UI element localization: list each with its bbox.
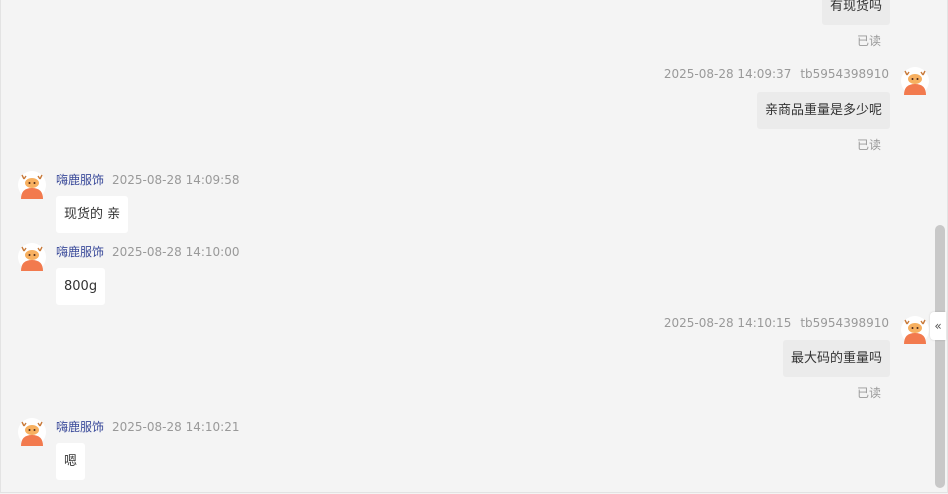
message-meta: 嗨鹿服饰 2025-08-28 14:10:21	[56, 418, 239, 435]
chat-history-panel: 有现货吗 已读 2025-08-28 14:09:37 tb5954398910 …	[0, 0, 948, 493]
message-meta: 嗨鹿服饰 2025-08-28 14:10:00	[56, 243, 239, 260]
double-chevron-left-icon: «	[934, 319, 942, 333]
deer-mascot-icon[interactable]	[18, 418, 46, 446]
message-bubble-incoming: 现货的 亲	[56, 196, 129, 233]
message-text: 800g	[64, 279, 98, 294]
deer-mascot-icon[interactable]	[901, 67, 929, 95]
deer-mascot-icon[interactable]	[901, 316, 929, 344]
message-bubble-incoming: 嗯	[56, 443, 86, 480]
collapse-panel-button[interactable]: «	[930, 312, 946, 340]
message-bubble-incoming: 800g	[56, 268, 106, 305]
message-bubble-outgoing: 最大码的重量吗	[782, 340, 890, 377]
message-sender: 嗨鹿服饰	[56, 173, 105, 187]
deer-mascot-icon[interactable]	[18, 243, 46, 271]
message-time: 2025-08-28 14:10:00	[112, 245, 240, 259]
read-status: 已读	[856, 386, 881, 400]
message-time: 2025-08-28 14:09:58	[112, 173, 240, 187]
message-meta: 嗨鹿服饰 2025-08-28 14:09:58	[56, 171, 239, 188]
message-time: 2025-08-28 14:10:15	[663, 316, 792, 330]
message-meta: 2025-08-28 14:09:37 tb5954398910	[664, 67, 889, 81]
message-bubble-outgoing: 亲商品重量是多少呢	[756, 92, 890, 129]
message-sender: tb5954398910	[800, 67, 889, 81]
read-status: 已读	[856, 34, 881, 48]
message-time: 2025-08-28 14:10:21	[112, 420, 240, 434]
message-text: 有现货吗	[829, 0, 882, 14]
message-text: 嗯	[64, 454, 78, 469]
message-bubble-outgoing: 有现货吗	[821, 0, 890, 25]
message-text: 最大码的重量吗	[790, 351, 882, 366]
message-sender: 嗨鹿服饰	[56, 420, 105, 434]
message-text: 现货的 亲	[64, 207, 121, 222]
chat-scrollbar[interactable]	[935, 225, 945, 488]
message-sender: 嗨鹿服饰	[56, 245, 105, 259]
deer-mascot-icon[interactable]	[18, 171, 46, 199]
message-text: 亲商品重量是多少呢	[764, 103, 882, 118]
message-time: 2025-08-28 14:09:37	[663, 67, 792, 81]
message-sender: tb5954398910	[800, 316, 889, 330]
message-meta: 2025-08-28 14:10:15 tb5954398910	[664, 316, 889, 330]
read-status: 已读	[856, 138, 881, 152]
